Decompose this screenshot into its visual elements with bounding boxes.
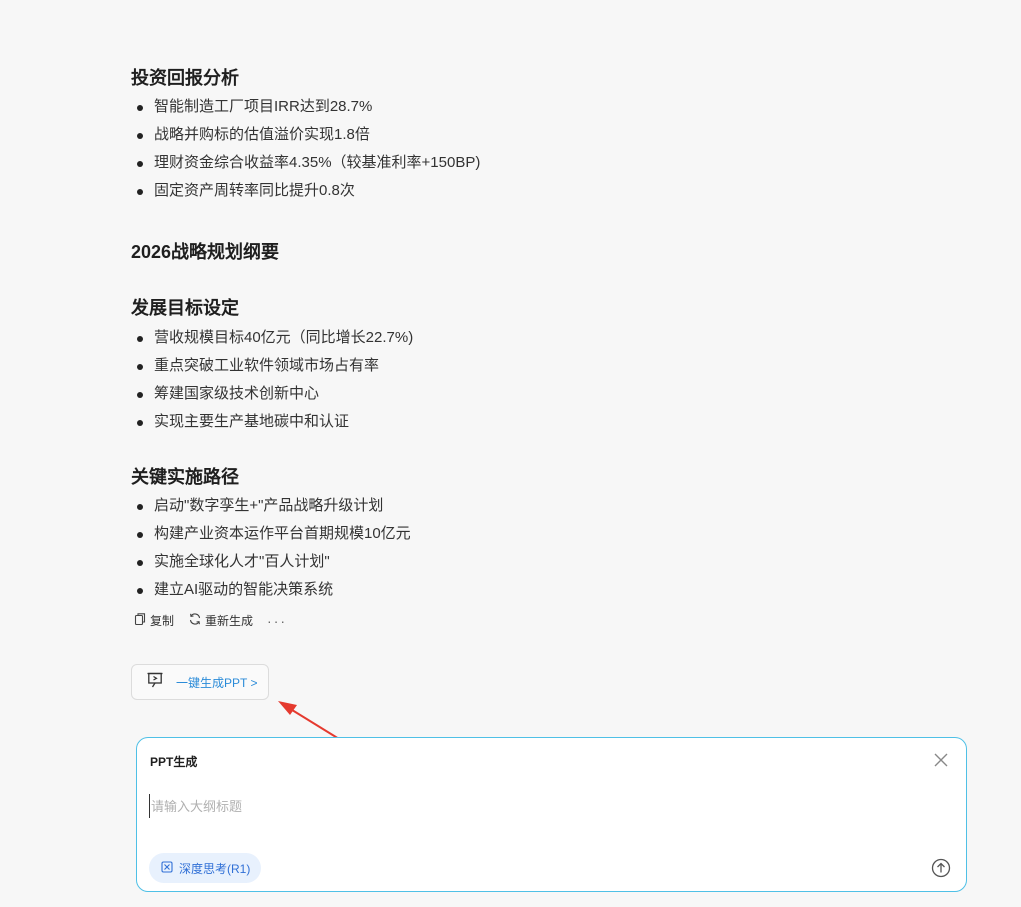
list-item: 实现主要生产基地碳中和认证 <box>131 408 413 436</box>
list-investment: 智能制造工厂项目IRR达到28.7% 战略并购标的估值溢价实现1.8倍 理财资金… <box>131 93 480 205</box>
presentation-icon <box>146 671 164 694</box>
atom-icon <box>161 860 179 876</box>
section-title-path: 关键实施路径 <box>131 467 239 487</box>
message-actions: 复制 重新生成 ··· <box>133 612 287 629</box>
close-icon <box>934 753 948 767</box>
list-item: 建立AI驱动的智能决策系统 <box>131 576 411 604</box>
list-item: 智能制造工厂项目IRR达到28.7% <box>131 93 480 121</box>
generate-ppt-label: 一键生成PPT > <box>176 675 258 690</box>
arrow-up-circle-icon <box>931 858 951 878</box>
panel-title: PPT生成 <box>150 755 198 769</box>
refresh-icon <box>188 612 205 629</box>
copy-icon <box>133 612 150 629</box>
regenerate-label: 重新生成 <box>205 614 254 628</box>
list-goals: 营收规模目标40亿元（同比增长22.7%) 重点突破工业软件领域市场占有率 筹建… <box>131 324 413 436</box>
close-button[interactable] <box>932 751 950 769</box>
chat-page: 投资回报分析 智能制造工厂项目IRR达到28.7% 战略并购标的估值溢价实现1.… <box>0 0 1021 907</box>
send-button[interactable] <box>931 858 951 878</box>
list-item: 实施全球化人才"百人计划" <box>131 548 411 576</box>
deep-think-label: 深度思考(R1) <box>179 861 251 876</box>
ppt-generation-panel: PPT生成 深度思考(R1) <box>136 737 967 892</box>
list-item: 筹建国家级技术创新中心 <box>131 380 413 408</box>
list-item: 理财资金综合收益率4.35%（较基准利率+150BP) <box>131 149 480 177</box>
list-item: 启动"数字孪生+"产品战略升级计划 <box>131 492 411 520</box>
section-title-strategy: 2026战略规划纲要 <box>131 242 280 262</box>
list-item: 固定资产周转率同比提升0.8次 <box>131 177 480 205</box>
section-title-goals: 发展目标设定 <box>131 298 239 318</box>
list-item: 营收规模目标40亿元（同比增长22.7%) <box>131 324 413 352</box>
more-options-button[interactable]: ··· <box>267 613 287 629</box>
regenerate-button[interactable]: 重新生成 <box>188 612 253 629</box>
generate-ppt-button[interactable]: 一键生成PPT > <box>131 664 269 700</box>
list-item: 重点突破工业软件领域市场占有率 <box>131 352 413 380</box>
copy-label: 复制 <box>150 614 175 628</box>
section-title-investment: 投资回报分析 <box>131 68 239 88</box>
list-item: 战略并购标的估值溢价实现1.8倍 <box>131 121 480 149</box>
outline-title-input[interactable] <box>149 794 913 818</box>
list-item: 构建产业资本运作平台首期规模10亿元 <box>131 520 411 548</box>
copy-button[interactable]: 复制 <box>133 612 174 629</box>
list-path: 启动"数字孪生+"产品战略升级计划 构建产业资本运作平台首期规模10亿元 实施全… <box>131 492 411 604</box>
deep-think-toggle[interactable]: 深度思考(R1) <box>149 853 262 883</box>
